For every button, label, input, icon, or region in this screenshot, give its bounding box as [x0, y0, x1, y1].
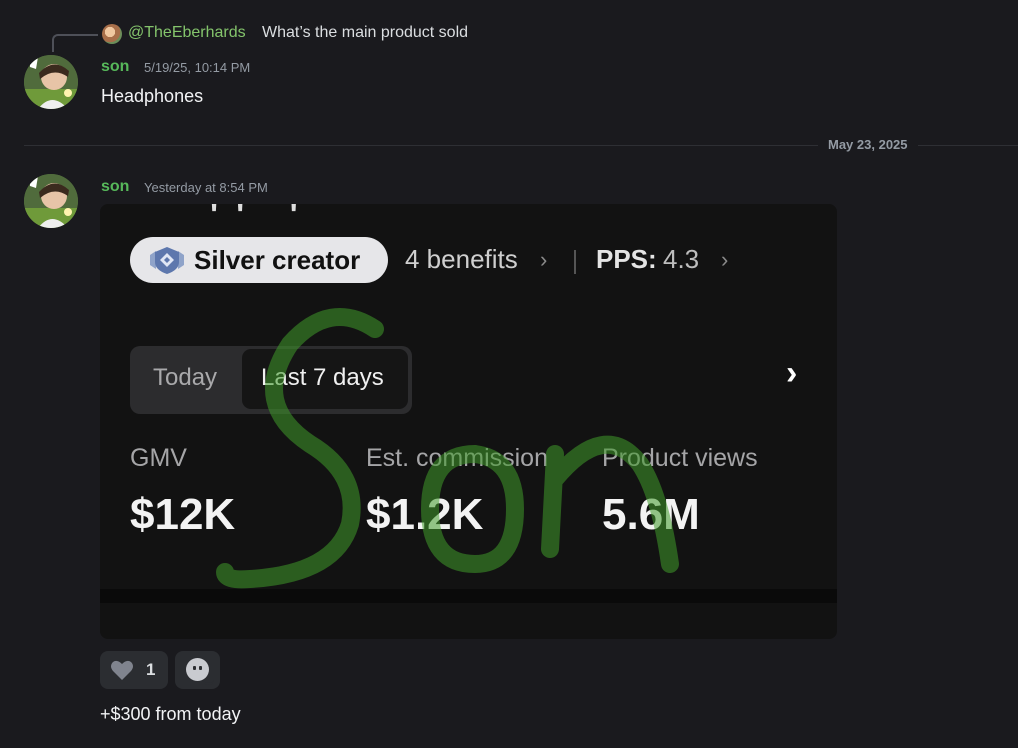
message-username[interactable]: son: [101, 58, 129, 76]
add-reaction-button[interactable]: [175, 651, 220, 689]
reaction-heart[interactable]: 1: [100, 651, 168, 689]
metric-value-gmv: $12K: [130, 490, 236, 539]
metric-value-views: 5.6M: [602, 490, 700, 539]
avatar[interactable]: [24, 55, 78, 109]
date-divider-label: May 23, 2025: [818, 137, 918, 152]
message-timestamp: 5/19/25, 10:14 PM: [144, 60, 251, 75]
chevron-right-icon: ›: [540, 247, 548, 272]
tab-label: Last 7 days: [261, 364, 384, 391]
chevron-right-icon: ›: [786, 354, 798, 392]
pps-label: PPS:: [596, 244, 657, 274]
metric-label-commission: Est. commission: [366, 444, 548, 472]
reply-preview-text[interactable]: What’s the main product sold: [262, 24, 468, 42]
reaction-count: 1: [146, 660, 156, 679]
cropped-text-fragment: '' ': [210, 204, 316, 234]
creator-tier-pill: Silver creator: [130, 237, 388, 283]
date-range-toggle: Today Last 7 days: [130, 346, 412, 414]
tab-today: Today: [153, 364, 218, 391]
message-text: Headphones: [101, 86, 204, 106]
smiley-icon: [186, 658, 214, 685]
message-timestamp: Yesterday at 8:54 PM: [144, 180, 268, 195]
reply-username[interactable]: @TheEberhards: [128, 24, 246, 42]
separator: [574, 250, 576, 274]
avatar[interactable]: [24, 174, 78, 228]
chevron-right-icon: ›: [721, 247, 729, 272]
image-bottom-bar: [100, 589, 837, 603]
metric-label-views: Product views: [602, 444, 758, 472]
reply-connector: [52, 34, 98, 52]
benefits-link: 4 benefits: [405, 244, 518, 274]
tab-last-7-days: Last 7 days: [242, 349, 408, 409]
metric-label-gmv: GMV: [130, 444, 187, 472]
attached-image[interactable]: '' ' Silver creator 4 benefits › PPS: 4.…: [100, 204, 837, 639]
message-text: +$300 from today: [100, 704, 241, 724]
message-username[interactable]: son: [101, 178, 129, 196]
pps-value: 4.3: [663, 244, 700, 274]
heart-icon: [111, 660, 133, 680]
reply-avatar[interactable]: [102, 24, 122, 44]
metric-value-commission: $1.2K: [366, 490, 484, 539]
shield-badge-icon: [150, 247, 184, 274]
creator-tier-label: Silver creator: [194, 244, 361, 275]
